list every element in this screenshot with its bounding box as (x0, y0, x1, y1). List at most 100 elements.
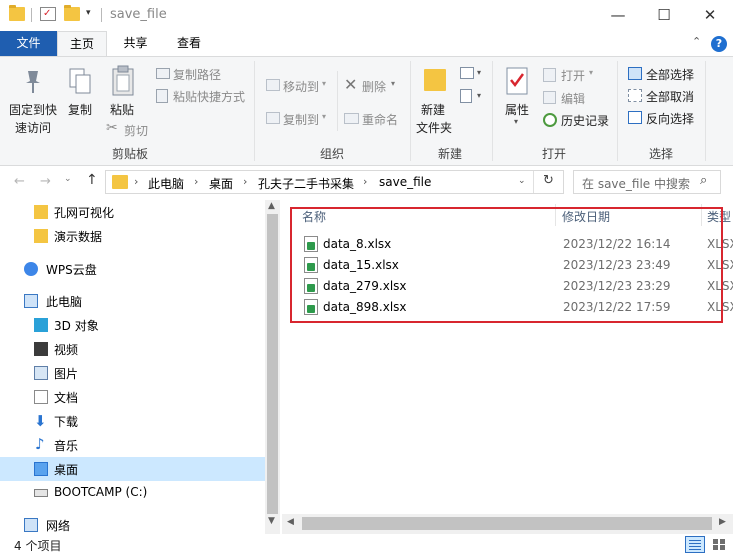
minimize-button[interactable]: — (595, 0, 641, 31)
nav-item-label: 孔网可视化 (54, 206, 115, 220)
properties-dropdown-icon: ▾ (514, 117, 519, 126)
open-icon (543, 68, 556, 82)
help-icon[interactable]: ? (711, 36, 727, 52)
nav-item-label: 网络 (46, 519, 71, 533)
nav-item-label: 演示数据 (54, 230, 103, 244)
desktop-icon (34, 462, 48, 476)
network-icon (24, 518, 38, 532)
easy-access-icon (460, 89, 472, 103)
folder-icon (34, 229, 48, 243)
nav-item-videos[interactable]: 视频 (0, 337, 265, 361)
nav-item-network[interactable]: 网络 (0, 513, 265, 534)
folder-icon (9, 5, 25, 21)
ribbon-expand-icon[interactable]: ⌃ (692, 35, 701, 48)
folder-icon (34, 205, 48, 219)
cut-label: 剪切 (124, 124, 149, 138)
chevron-right-icon[interactable]: › (194, 175, 198, 188)
scroll-up-icon[interactable]: ▲ (268, 201, 275, 211)
address-bar[interactable]: › 此电脑 › 桌面 › 孔夫子二手书采集 › save_file ⌄ ↻ (105, 170, 564, 194)
copy-icon (69, 68, 91, 94)
search-icon[interactable]: ⌕ (700, 173, 707, 188)
folder-icon (112, 175, 128, 189)
tab-home[interactable]: 主页 (57, 31, 107, 56)
scroll-right-icon[interactable]: ▶ (719, 517, 726, 527)
forward-icon[interactable]: → (40, 174, 51, 189)
music-icon: ♪ (35, 435, 45, 453)
nav-item-downloads[interactable]: ⬇ 下载 (0, 409, 265, 433)
group-divider (337, 71, 338, 131)
address-history-dropdown-icon[interactable]: ⌄ (518, 176, 526, 186)
ribbon-tabs: 文件 主页 共享 查看 ⌃ ? (0, 31, 733, 56)
details-view-icon[interactable] (685, 536, 705, 553)
group-divider (492, 61, 493, 161)
nav-item-label: BOOTCAMP (C:) (54, 485, 148, 499)
breadcrumb-this-pc[interactable]: 此电脑 (148, 175, 184, 192)
delete-icon: ✕ (344, 75, 358, 94)
nav-item-bootcamp-drive[interactable]: BOOTCAMP (C:) (0, 481, 265, 505)
edit-label: 编辑 (561, 92, 586, 106)
nav-scrollbar-thumb[interactable] (267, 214, 278, 514)
pin-icon (26, 71, 40, 93)
computer-icon (24, 294, 38, 308)
title-bar: ✓ ▾ save_file — ☐ ✕ (0, 0, 733, 31)
copy-label: 复制 (68, 103, 93, 117)
divider (101, 8, 102, 22)
new-item-icon (460, 67, 474, 79)
item-count: 4 个项目 (14, 539, 62, 553)
new-folder-label-line2: 文件夹 (416, 121, 453, 135)
breadcrumb-collection-folder[interactable]: 孔夫子二手书采集 (258, 175, 354, 192)
pin-label-line1: 固定到快 (9, 103, 58, 117)
pin-label-line2: 速访问 (15, 121, 52, 135)
nav-item-demo-data[interactable]: 演示数据 (0, 224, 265, 248)
sort-ascending-icon: ⌃ (421, 200, 430, 207)
tab-view[interactable]: 查看 (163, 31, 215, 56)
new-group-label: 新建 (437, 147, 462, 161)
copy-to-label: 复制到 (283, 113, 320, 127)
nav-item-kongwang-visualization[interactable]: 孔网可视化 (0, 200, 265, 224)
tab-file[interactable]: 文件 (0, 31, 57, 56)
document-icon (34, 390, 48, 404)
back-icon[interactable]: ← (14, 174, 25, 189)
scroll-left-icon[interactable]: ◀ (287, 517, 294, 527)
nav-item-3d-objects[interactable]: 3D 对象 (0, 313, 265, 337)
tab-share[interactable]: 共享 (108, 31, 163, 56)
close-button[interactable]: ✕ (687, 0, 733, 31)
nav-item-this-pc[interactable]: 此电脑 (0, 289, 265, 313)
window-title: save_file (110, 7, 167, 22)
nav-item-documents[interactable]: 文档 (0, 385, 265, 409)
clipboard-group-label: 剪贴板 (111, 147, 148, 161)
nav-item-label: 音乐 (54, 439, 79, 453)
nav-item-label: 图片 (54, 367, 79, 381)
group-divider (410, 61, 411, 161)
video-icon (34, 342, 48, 356)
up-icon[interactable]: ↑ (86, 172, 98, 188)
horizontal-scrollbar-thumb[interactable] (302, 517, 712, 530)
divider (31, 8, 32, 22)
nav-item-label: WPS云盘 (46, 263, 97, 277)
breadcrumb-save-file[interactable]: save_file (379, 175, 431, 189)
quick-access-dropdown-icon[interactable]: ▾ (86, 8, 91, 18)
chevron-right-icon[interactable]: › (134, 175, 138, 188)
chevron-right-icon[interactable]: › (363, 175, 367, 188)
properties-quick-icon[interactable]: ✓ (40, 7, 56, 21)
nav-item-wps-cloud[interactable]: WPS云盘 (0, 257, 265, 281)
large-icons-view-icon[interactable] (709, 536, 729, 553)
nav-item-music[interactable]: ♪ 音乐 (0, 433, 265, 457)
refresh-icon[interactable]: ↻ (543, 173, 554, 188)
nav-item-desktop[interactable]: 桌面 (0, 457, 265, 481)
recent-locations-icon[interactable]: ⌄ (64, 174, 72, 184)
select-all-label: 全部选择 (646, 68, 695, 82)
search-input[interactable]: 在 save_file 中搜索 ⌕ (573, 170, 721, 194)
delete-label: 删除 (362, 80, 387, 94)
chevron-right-icon[interactable]: › (243, 175, 247, 188)
maximize-button[interactable]: ☐ (641, 0, 687, 31)
open-dropdown-icon: ▾ (589, 68, 594, 77)
new-folder-icon (424, 69, 446, 91)
move-to-dropdown-icon: ▾ (322, 79, 327, 88)
scroll-down-icon[interactable]: ▼ (268, 516, 275, 526)
breadcrumb-desktop[interactable]: 桌面 (209, 175, 233, 192)
new-folder-quick-icon[interactable] (64, 5, 80, 21)
nav-item-pictures[interactable]: 图片 (0, 361, 265, 385)
move-to-icon (266, 79, 280, 91)
search-placeholder: 在 save_file 中搜索 (582, 177, 690, 191)
